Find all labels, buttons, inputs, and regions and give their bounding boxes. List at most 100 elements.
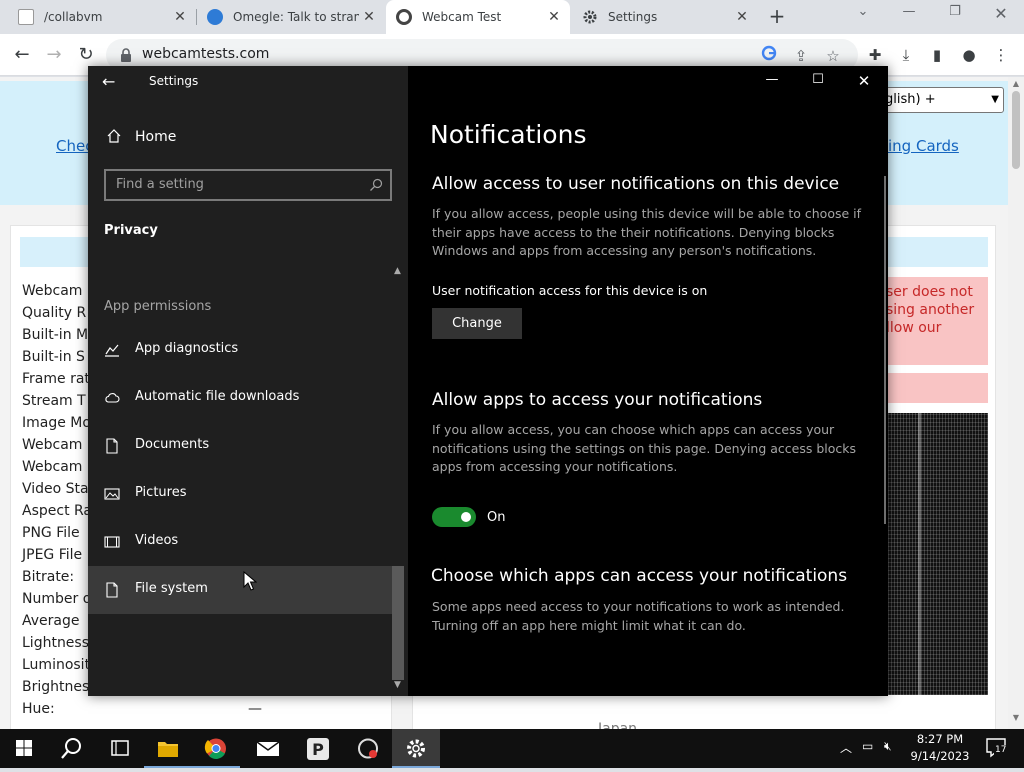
scroll-down-icon[interactable]: ▼ xyxy=(394,680,401,690)
nav-item-videos[interactable]: Videos xyxy=(88,518,392,566)
content-scrollbar[interactable] xyxy=(884,176,886,524)
windows-taskbar: P ︿ ▭ 🔇︎ 8:27 PM 9/14/2023 17 xyxy=(0,729,1024,768)
action-center-button[interactable]: 17 xyxy=(984,735,1008,759)
start-button[interactable] xyxy=(0,729,48,768)
row-label: Aspect Ra xyxy=(22,503,93,519)
nav-item-documents[interactable]: Documents xyxy=(88,422,392,470)
google-icon[interactable] xyxy=(758,45,780,67)
nav-item-app-diagnostics[interactable]: App diagnostics xyxy=(88,326,392,374)
tab-collabvm[interactable]: /collabvm ✕ xyxy=(8,0,196,34)
task-view-button[interactable] xyxy=(96,729,144,768)
profile-avatar-icon[interactable]: ● xyxy=(958,44,980,66)
nav-item-label: Pictures xyxy=(135,485,187,500)
page-link-right[interactable]: ing Cards xyxy=(888,137,959,155)
find-setting-input[interactable]: Find a setting xyxy=(104,169,392,201)
network-icon[interactable]: ▭ xyxy=(862,739,873,753)
webcam-favicon-icon xyxy=(396,9,412,25)
bookmark-star-icon[interactable]: ☆ xyxy=(822,45,844,67)
search-placeholder: Find a setting xyxy=(116,177,204,192)
pinned-app-button[interactable]: P xyxy=(294,729,342,768)
url-text: webcamtests.com xyxy=(142,46,270,62)
scroll-down-icon[interactable]: ▼ xyxy=(1008,713,1024,722)
close-button[interactable]: ✕ xyxy=(844,72,884,92)
section-description: If you allow access, people using this d… xyxy=(432,206,862,258)
app-diagnostics-icon xyxy=(104,342,120,358)
windows-logo-icon xyxy=(16,740,32,756)
share-icon[interactable]: ⇪ xyxy=(790,45,812,67)
volume-muted-icon[interactable]: 🔇︎ xyxy=(884,739,892,754)
scrollbar-thumb[interactable] xyxy=(1012,91,1020,169)
notifications-toggle[interactable] xyxy=(432,507,476,527)
maximize-button[interactable]: ☐ xyxy=(798,72,838,92)
gear-icon xyxy=(582,9,598,25)
extensions-puzzle-icon[interactable]: ✚ xyxy=(864,44,886,66)
settings-taskbar-button[interactable] xyxy=(392,729,440,768)
clock-time: 8:27 PM xyxy=(916,732,964,746)
side-panel-icon[interactable]: ▮ xyxy=(926,44,948,66)
file-explorer-button[interactable] xyxy=(144,729,192,768)
page-title: Notifications xyxy=(430,120,587,149)
close-icon[interactable]: ✕ xyxy=(544,9,564,25)
page-scrollbar[interactable]: ▲ ▼ xyxy=(1008,77,1024,729)
back-button[interactable]: ← xyxy=(11,44,33,66)
clock-date: 9/14/2023 xyxy=(910,749,970,763)
close-icon[interactable]: ✕ xyxy=(732,9,752,25)
row-label: Built-in S xyxy=(22,349,85,365)
warning-box: ser does not sing another llow our xyxy=(880,277,988,365)
close-icon[interactable]: ✕ xyxy=(359,9,379,25)
back-arrow-icon[interactable]: ← xyxy=(102,72,115,91)
nav-item-label: File system xyxy=(135,581,208,596)
home-icon xyxy=(106,128,122,144)
chevron-up-icon[interactable]: ︿ xyxy=(840,739,852,756)
language-select[interactable]: glish) + ▼ xyxy=(880,87,1004,113)
chevron-down-icon[interactable]: ⌄ xyxy=(848,4,878,19)
chrome-button[interactable] xyxy=(192,729,240,768)
search-icon[interactable] xyxy=(368,177,384,193)
row-label: Lightness xyxy=(22,635,90,651)
tab-label: Omegle: Talk to strangers xyxy=(233,10,359,24)
recorder-icon xyxy=(358,738,378,759)
toggle-state-label: On xyxy=(487,510,506,525)
close-icon[interactable]: ✕ xyxy=(170,9,190,25)
nav-scrollbar-thumb[interactable] xyxy=(392,566,404,680)
scroll-up-icon[interactable]: ▲ xyxy=(1008,79,1024,88)
p-app-icon: P xyxy=(307,738,329,760)
download-icon[interactable]: ⤓ xyxy=(895,44,917,66)
section-description: If you allow access, you can choose whic… xyxy=(432,422,857,474)
collabvm-favicon-icon xyxy=(18,9,34,25)
kebab-menu-icon[interactable]: ⋮ xyxy=(990,44,1012,66)
restore-button[interactable]: ❐ xyxy=(940,4,970,19)
minimize-button[interactable]: — xyxy=(752,72,792,92)
nav-home[interactable]: Home xyxy=(88,122,408,154)
forward-button[interactable]: → xyxy=(43,44,65,66)
video-icon xyxy=(104,534,120,550)
nav-item-automatic-file-downloads[interactable]: Automatic file downloads xyxy=(88,374,392,422)
scroll-up-icon[interactable]: ▲ xyxy=(394,266,401,276)
cloud-icon xyxy=(104,390,120,406)
recorder-button[interactable] xyxy=(344,729,392,768)
search-icon xyxy=(61,738,81,759)
row-label: Webcam xyxy=(22,437,83,453)
country-label: Japan xyxy=(598,721,638,729)
row-label: PNG File xyxy=(22,525,80,541)
tab-omegle[interactable]: Omegle: Talk to strangers ✕ xyxy=(197,0,385,34)
nav-item-file-system[interactable]: File system xyxy=(88,566,392,614)
lock-icon[interactable] xyxy=(120,47,132,62)
search-button[interactable] xyxy=(48,729,96,768)
new-tab-button[interactable]: + xyxy=(766,5,788,27)
nav-item-pictures[interactable]: Pictures xyxy=(88,470,392,518)
svg-text:P: P xyxy=(312,740,324,759)
tab-settings[interactable]: Settings ✕ xyxy=(572,0,758,34)
change-button[interactable]: Change xyxy=(432,308,522,339)
reload-button[interactable]: ↻ xyxy=(75,44,97,66)
system-clock[interactable]: 8:27 PM 9/14/2023 xyxy=(904,731,976,765)
minimize-button[interactable]: — xyxy=(894,4,924,19)
notification-count: 17 xyxy=(994,745,1008,755)
close-window-button[interactable]: ✕ xyxy=(986,4,1016,23)
mail-button[interactable] xyxy=(244,729,292,768)
row-label: Luminosit xyxy=(22,657,91,673)
nav-item-label: Automatic file downloads xyxy=(135,389,300,404)
settings-nav-pane: ← Settings Home Find a setting Privacy ▲… xyxy=(88,66,408,696)
row-label: Brightnes xyxy=(22,679,90,695)
tab-webcam-test[interactable]: Webcam Test ✕ xyxy=(386,0,570,34)
